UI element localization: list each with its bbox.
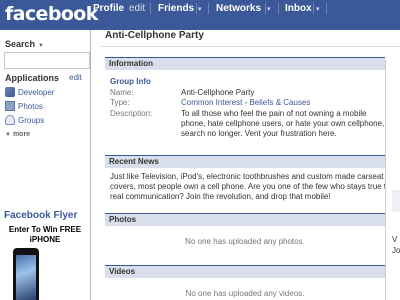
nav-networks-menu[interactable]: ▾ [267,3,271,17]
sidebar-item-label: Developer [18,88,55,97]
videos-header: Videos [105,265,385,278]
nav-separator [326,3,327,14]
nav-profile-label[interactable]: Profile [93,3,124,14]
right-sidebar-text[interactable]: Jo [392,246,400,255]
recent-news-header: Recent News [105,155,385,168]
nav-separator [208,3,209,14]
type-link-common-interest[interactable]: Common Interest [181,98,242,107]
more-apps-toggle[interactable]: ▼ more [5,131,30,138]
nav-inbox[interactable]: Inbox [285,3,312,17]
flyer-headline[interactable]: Enter To Win FREE [0,225,90,234]
search-input[interactable] [4,52,90,69]
more-label: more [12,131,31,138]
chevron-down-icon[interactable]: ▼ [38,43,44,49]
page-title: Anti-Cellphone Party [105,30,204,41]
photos-empty-message: No one has uploaded any photos. [185,237,305,246]
right-sidebar-image[interactable] [392,190,400,212]
group-info-subheader: Group Info [110,77,151,86]
nav-inbox-menu[interactable]: ▾ [316,3,320,17]
nav-friends[interactable]: Friends [158,3,194,17]
groups-icon [5,115,15,125]
facebook-logo[interactable]: facebook [5,3,98,25]
name-label: Name: [110,88,134,97]
photos-header: Photos [105,213,385,226]
nav-inbox-label[interactable]: Inbox [285,3,312,14]
chevron-down-icon[interactable]: ▾ [316,6,320,13]
videos-empty-message: No one has uploaded any videos. [185,289,305,298]
flyer-headline-product[interactable]: iPHONE [0,235,90,244]
nav-friends-menu[interactable]: ▾ [198,3,202,17]
type-label: Type: [110,98,130,107]
nav-separator [196,3,197,14]
sidebar-item-label: Groups [18,116,45,125]
right-sidebar [385,59,400,300]
chevron-down-icon[interactable]: ▾ [198,6,202,13]
nav-separator [278,3,279,14]
chevron-down-icon[interactable]: ▾ [267,6,271,13]
nav-profile[interactable]: Profile [93,3,124,17]
nav-friends-label[interactable]: Friends [158,3,194,14]
nav-separator [265,3,266,14]
sidebar-item-developer[interactable]: Developer [5,87,54,98]
top-navigation-bar: facebook Profile edit Friends ▾ Networks… [0,0,400,30]
recent-news-text: Just like Television, iPod's, electronic… [110,172,391,201]
nav-separator [313,3,314,14]
description-label: Description: [110,109,153,118]
applications-heading: Applications [5,73,60,83]
name-value: Anti-Cellphone Party [181,88,255,97]
chevron-down-icon: ▼ [5,132,11,138]
photos-icon [5,101,15,111]
nav-profile-edit[interactable]: edit [129,3,145,17]
sidebar-item-groups[interactable]: Groups [5,115,44,126]
sidebar-item-label: Photos [18,102,43,111]
nav-separator [150,3,151,14]
nav-networks[interactable]: Networks [216,3,261,17]
right-sidebar-text[interactable]: V [392,235,397,244]
applications-edit-link[interactable]: edit [69,73,82,82]
sidebar-item-photos[interactable]: Photos [5,101,43,112]
title-divider [100,46,400,47]
nav-profile-edit-label[interactable]: edit [129,3,145,14]
search-label[interactable]: Search ▼ [5,39,44,49]
information-header: Information [105,57,385,70]
phone-screen [16,255,36,300]
type-value: Common Interest - Beliefs & Causes [181,98,310,107]
type-link-beliefs-causes[interactable]: Beliefs & Causes [249,98,310,107]
flyer-phone-image[interactable] [13,248,39,300]
nav-networks-label[interactable]: Networks [216,3,261,14]
developer-icon [5,87,15,97]
flyer-title[interactable]: Facebook Flyer [4,210,77,221]
search-label-text[interactable]: Search [5,39,35,49]
description-value: To all those who feel the pain of not ow… [181,109,385,138]
